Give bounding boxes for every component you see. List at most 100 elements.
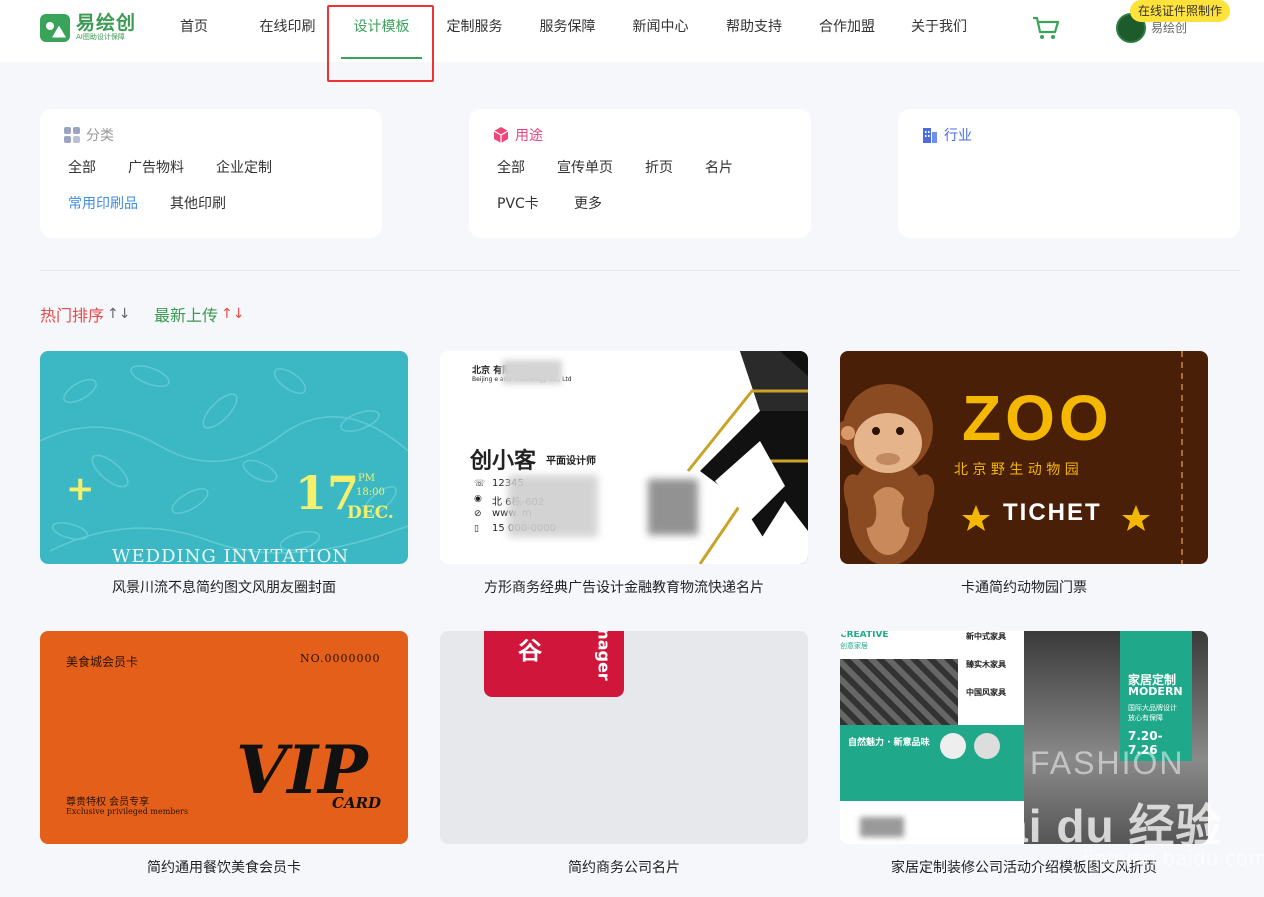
template-card[interactable]: 谷 nager 简约商务公司名片 (440, 631, 808, 876)
usage-all[interactable]: 全部 (497, 157, 525, 177)
leaf-pattern (40, 365, 408, 554)
vip-club-name: 美食城会员卡 (66, 655, 139, 669)
template-title[interactable]: 卡通简约动物园门票 (840, 577, 1208, 597)
brochure-modern: MODERN (1128, 685, 1183, 698)
site-logo[interactable]: 易绘创 AI图助设计保障 (40, 13, 136, 42)
template-card[interactable]: + 17 PM 18:00 DEC. WEDDING INVITATION 风景… (40, 351, 408, 596)
industry-title: 行业 (944, 128, 972, 144)
usage-pvc-card[interactable]: PVC卡 (497, 193, 539, 213)
sort-newest-label: 最新上传 (154, 306, 219, 325)
template-card[interactable]: 美食城会员卡 NO.0000000 VIP CARD 尊贵特权 会员专享 Exc… (40, 631, 408, 876)
brochure-band-text: 自然魅力 · 新意品味 (848, 738, 930, 748)
plus-icon: + (66, 469, 95, 509)
usage-more[interactable]: 更多 (574, 193, 602, 213)
brochure-creative-cn: 创意家居 (840, 642, 868, 650)
vip-number: NO.0000000 (300, 652, 381, 665)
blur-mask (508, 475, 598, 537)
usage-brochure[interactable]: 折页 (645, 157, 673, 177)
nav-about[interactable]: 关于我们 (893, 0, 985, 62)
sort-arrows-icon: ↑↓ (221, 306, 245, 322)
brochure-item-3: 中国风家具 (966, 688, 1006, 697)
card-person-name: 创小客 (470, 449, 537, 474)
usage-business-card[interactable]: 名片 (705, 157, 733, 177)
template-thumbnail[interactable]: + 17 PM 18:00 DEC. WEDDING INVITATION (40, 351, 408, 564)
wedding-pm: PM (358, 473, 375, 484)
brochure-creative: CREATIVE (840, 631, 889, 640)
template-thumbnail[interactable]: 北京 有限公司 Beijing e and Technology Co., Lt… (440, 351, 808, 564)
mobile-icon: ▯ (474, 524, 479, 534)
logo-name: 易绘创 (76, 12, 137, 34)
brochure-item-2: 臻实木家具 (966, 660, 1006, 669)
brochure-item-1: 新中式家具 (966, 632, 1006, 641)
template-title[interactable]: 风景川流不息简约图文风朋友圈封面 (40, 577, 408, 597)
qr-code-blurred (648, 479, 698, 535)
nav-home[interactable]: 首页 (148, 0, 240, 62)
nav-service-guarantee[interactable]: 服务保障 (521, 0, 614, 62)
zoo-title: ZOO (962, 382, 1113, 454)
category-ad-materials[interactable]: 广告物料 (128, 157, 184, 177)
cart-icon[interactable] (1032, 16, 1060, 40)
vip-perk: 尊贵特权 会员专享 (66, 797, 150, 808)
category-title: 分类 (86, 128, 114, 144)
building-icon (923, 128, 937, 143)
brochure-heading-panel: 家居定制 MODERN 国际大品牌设计 放心有保障 7.20-7.26 (1120, 631, 1192, 761)
qr-code-blurred (860, 817, 904, 837)
category-filter: 分类 全部 广告物料 企业定制 常用印刷品 其他印刷 (40, 109, 382, 238)
usage-filter: 用途 全部 宣传单页 折页 名片 PVC卡 更多 (469, 109, 811, 238)
template-card[interactable]: 北京 有限公司 Beijing e and Technology Co., Lt… (440, 351, 808, 596)
blur-mask (502, 360, 562, 384)
main-nav: 首页 在线印刷 设计模板 定制服务 服务保障 新闻中心 帮助支持 合作加盟 关于… (148, 0, 985, 62)
nav-custom-service[interactable]: 定制服务 (428, 0, 521, 62)
category-other-print[interactable]: 其他印刷 (170, 193, 226, 213)
template-thumbnail[interactable]: 美食城会员卡 NO.0000000 VIP CARD 尊贵特权 会员专享 Exc… (40, 631, 408, 844)
sofa-photo (840, 659, 958, 725)
cube-icon (493, 127, 509, 143)
wedding-caption: WEDDING INVITATION (112, 546, 350, 564)
template-thumbnail[interactable]: ZOO 北 京 野 生 动 物 园 TICHET (840, 351, 1208, 564)
template-title[interactable]: 简约商务公司名片 (440, 857, 808, 877)
brochure-desc: 国际大品牌设计 放心有保障 (1128, 704, 1177, 722)
sort-hot[interactable]: 热门排序 ↑↓ (40, 302, 130, 326)
id-photo-badge[interactable]: 在线证件照制作 (1130, 0, 1231, 22)
category-enterprise[interactable]: 企业定制 (216, 157, 272, 177)
template-title[interactable]: 方形商务经典广告设计金融教育物流快递名片 (440, 577, 808, 597)
brochure-fashion: FASHION (1030, 745, 1185, 781)
nav-franchise[interactable]: 合作加盟 (801, 0, 893, 62)
industry-filter: 行业 (898, 109, 1240, 238)
card-person-role: 平面设计师 (546, 456, 596, 467)
sort-arrows-icon: ↑↓ (107, 306, 131, 322)
nav-help[interactable]: 帮助支持 (707, 0, 801, 62)
product-photo (974, 733, 1000, 759)
red-card-fragment: 谷 nager (484, 631, 624, 697)
usage-flyer[interactable]: 宣传单页 (557, 157, 613, 177)
sort-newest[interactable]: 最新上传 ↑↓ (154, 302, 244, 326)
product-photo (940, 733, 966, 759)
location-icon: ◉ (474, 494, 482, 504)
phone-icon: ☏ (474, 479, 486, 489)
nav-online-print[interactable]: 在线印刷 (240, 0, 335, 62)
section-divider (40, 270, 1240, 271)
vip-perk-en: Exclusive privileged members (66, 807, 189, 816)
zoo-name: 北 京 野 生 动 物 园 (954, 462, 1079, 478)
baidu-watermark-url: jingyan.baidu.com (1083, 846, 1264, 870)
nav-news[interactable]: 新闻中心 (614, 0, 707, 62)
wedding-month: DEC. (347, 503, 394, 523)
template-card[interactable]: ZOO 北 京 野 生 动 物 园 TICHET 卡通简约动物园门票 (840, 351, 1208, 596)
zoo-ticket: TICHET (1003, 499, 1102, 526)
vip-card-label: CARD (332, 794, 382, 812)
category-all[interactable]: 全部 (68, 157, 96, 177)
card-fragment-text: nager (594, 631, 614, 681)
template-title[interactable]: 简约通用餐饮美食会员卡 (40, 857, 408, 877)
usage-title: 用途 (515, 128, 543, 144)
grid-icon (64, 127, 80, 143)
top-header: 易绘创 AI图助设计保障 首页 在线印刷 设计模板 定制服务 服务保障 新闻中心… (0, 0, 1264, 62)
card-fragment-char: 谷 (518, 637, 542, 665)
logo-subtitle: AI图助设计保障 (76, 33, 125, 41)
sort-hot-label: 热门排序 (40, 306, 105, 325)
template-thumbnail[interactable]: 谷 nager (440, 631, 808, 844)
wedding-time: 18:00 (356, 487, 385, 498)
web-icon: ⊘ (474, 509, 482, 519)
logo-icon (40, 13, 70, 42)
nav-design-templates[interactable]: 设计模板 (335, 0, 428, 62)
category-common-print[interactable]: 常用印刷品 (68, 193, 138, 213)
